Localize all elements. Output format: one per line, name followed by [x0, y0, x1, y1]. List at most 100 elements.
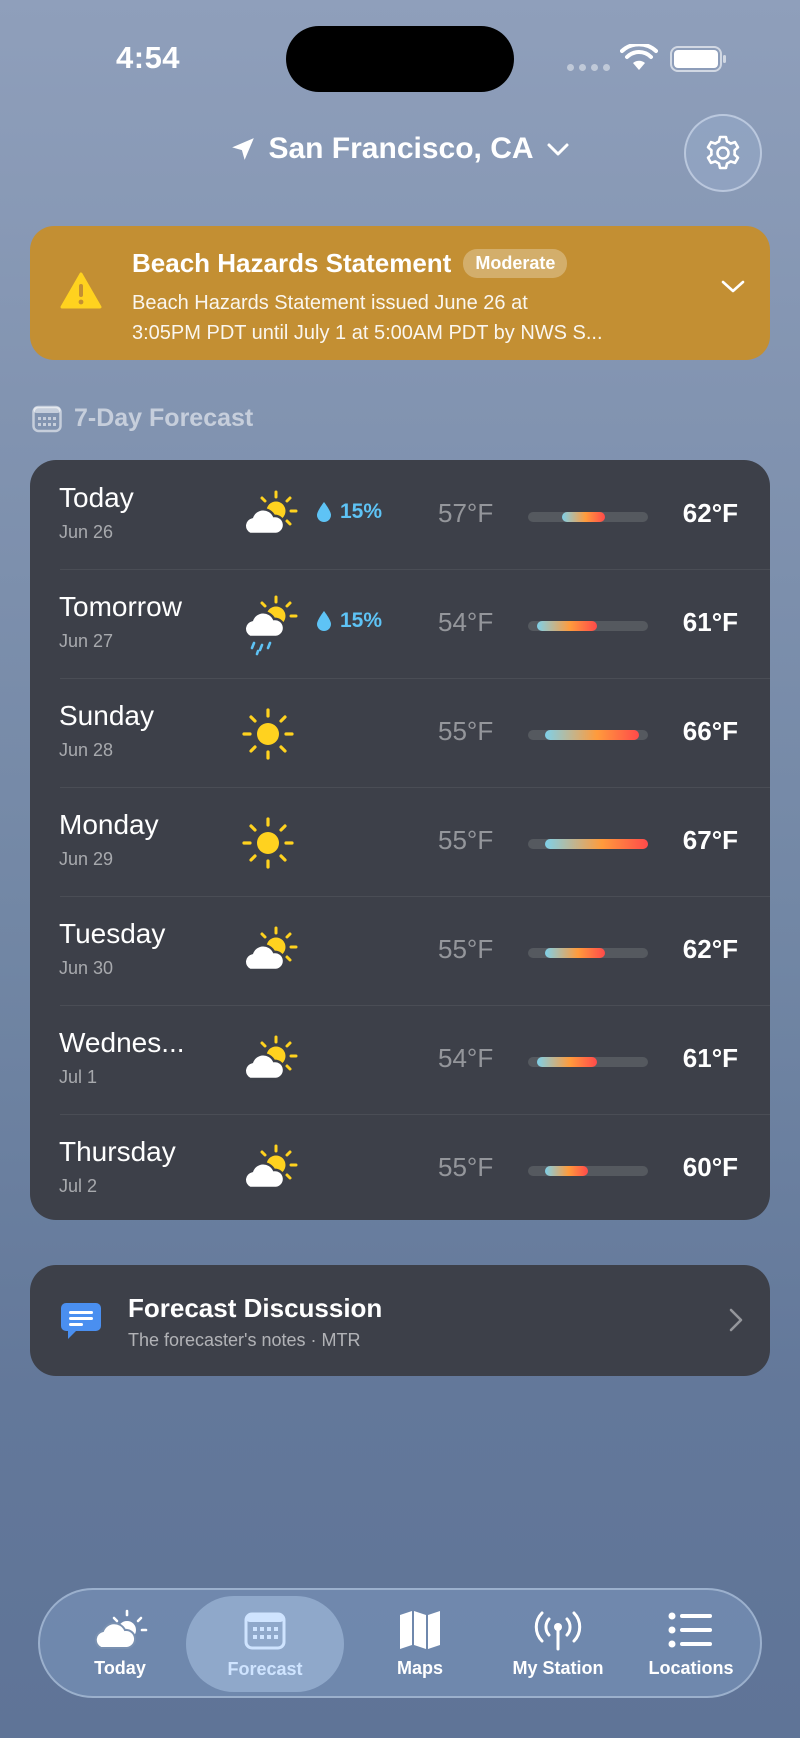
- forecast-list: Today Jun 26 15% 57°F 62°F Tomorrow Jun 27 15% 5…: [30, 460, 770, 1220]
- location-selector[interactable]: San Francisco, CA: [0, 132, 800, 166]
- forecast-discussion-card[interactable]: Forecast Discussion The forecaster's not…: [30, 1265, 770, 1376]
- high-temp: 66°F: [682, 716, 738, 746]
- low-temp: 55°F: [438, 934, 494, 964]
- wifi-icon: [620, 44, 658, 70]
- high-temp: 60°F: [682, 1152, 738, 1182]
- low-temp: 55°F: [438, 1152, 494, 1182]
- sun-rain-icon: [236, 593, 300, 657]
- map-icon: [398, 1608, 442, 1652]
- precip-chance: 15%: [316, 609, 382, 633]
- forecast-day: Tuesday: [59, 918, 166, 949]
- discussion-subtitle: The forecaster's notes · MTR: [128, 1330, 361, 1350]
- forecast-row[interactable]: Monday Jun 29 55°F 67°F: [30, 787, 770, 896]
- forecast-date: Jun 29: [59, 849, 114, 869]
- low-temp: 54°F: [438, 1043, 494, 1073]
- severity-badge: Moderate: [463, 249, 568, 278]
- temp-range-bar: [528, 512, 648, 522]
- tab-forecast[interactable]: Forecast: [186, 1596, 344, 1692]
- list-icon: [668, 1608, 714, 1652]
- settings-button[interactable]: [684, 114, 762, 192]
- chevron-right-icon: [729, 1308, 743, 1332]
- high-temp: 62°F: [682, 934, 738, 964]
- tab-locations[interactable]: Locations: [626, 1590, 756, 1696]
- high-temp: 67°F: [682, 825, 738, 855]
- partly-sunny-icon: [236, 920, 300, 984]
- temp-range-bar: [528, 621, 648, 631]
- discussion-title: Forecast Discussion: [128, 1293, 383, 1323]
- forecast-row[interactable]: Thursday Jul 2 55°F 60°F: [30, 1114, 770, 1220]
- message-icon: [61, 1303, 101, 1339]
- partly-sunny-icon: [236, 1138, 300, 1202]
- temp-range-fill: [562, 512, 606, 522]
- sun-icon: [236, 811, 300, 875]
- sun-icon: [236, 702, 300, 766]
- high-temp: 62°F: [682, 498, 738, 528]
- temp-range-fill: [545, 839, 648, 849]
- calendar-icon: [244, 1609, 286, 1653]
- temp-range-fill: [545, 948, 606, 958]
- forecast-row[interactable]: Sunday Jun 28 55°F 66°F: [30, 678, 770, 787]
- tab-bar: Today Forecast Maps My Station Locations: [38, 1588, 762, 1698]
- high-temp: 61°F: [682, 1043, 738, 1073]
- alert-description: Beach Hazards Statement issued June 26 a…: [132, 288, 672, 348]
- warning-icon: [60, 272, 102, 309]
- low-temp: 55°F: [438, 825, 494, 855]
- partly-sunny-icon: [236, 484, 300, 548]
- location-name: San Francisco, CA: [268, 132, 534, 165]
- battery-icon: [670, 46, 726, 72]
- forecast-day: Today: [59, 482, 134, 513]
- tab-label: Maps: [396, 1657, 443, 1678]
- tab-today[interactable]: Today: [50, 1590, 190, 1696]
- precip-value: 15%: [340, 500, 383, 523]
- chevron-down-icon[interactable]: [720, 278, 746, 296]
- raindrop-icon: [317, 611, 331, 631]
- temp-range-fill: [545, 730, 640, 740]
- forecast-day: Thursday: [59, 1136, 176, 1167]
- tab-label: Forecast: [227, 1658, 303, 1679]
- forecast-row[interactable]: Tuesday Jun 30 55°F 62°F: [30, 896, 770, 1005]
- low-temp: 54°F: [438, 607, 494, 637]
- alert-title: Beach Hazards Statement: [132, 248, 452, 278]
- temp-range-bar: [528, 839, 648, 849]
- temp-range-bar: [528, 730, 648, 740]
- forecast-row[interactable]: Today Jun 26 15% 57°F 62°F: [30, 460, 770, 569]
- forecast-date: Jun 26: [59, 522, 114, 542]
- precip-value: 15%: [340, 609, 383, 632]
- section-title: 7-Day Forecast: [74, 404, 254, 432]
- location-arrow-icon: [230, 136, 256, 162]
- temp-range-fill: [536, 1057, 597, 1067]
- alert-desc-line: Beach Hazards Statement issued June 26 a…: [132, 292, 528, 314]
- forecast-date: Jun 30: [59, 958, 114, 978]
- temp-range-bar: [528, 948, 648, 958]
- forecast-row[interactable]: Tomorrow Jun 27 15% 54°F 61°F: [30, 569, 770, 678]
- forecast-day: Sunday: [59, 700, 154, 731]
- tab-label: Locations: [648, 1657, 734, 1678]
- tab-maps[interactable]: Maps: [350, 1590, 490, 1696]
- precip-chance: 15%: [316, 500, 382, 524]
- forecast-date: Jun 28: [59, 740, 114, 760]
- forecast-date: Jun 27: [59, 631, 114, 651]
- weather-alert-banner[interactable]: Beach Hazards Statement Moderate Beach H…: [30, 226, 770, 360]
- chevron-down-icon: [546, 132, 570, 166]
- forecast-row[interactable]: Wednes... Jul 1 54°F 61°F: [30, 1005, 770, 1114]
- raindrop-icon: [317, 502, 331, 522]
- forecast-day: Monday: [59, 809, 159, 840]
- partly-sunny-icon: [236, 1029, 300, 1093]
- calendar-icon: [32, 405, 62, 432]
- forecast-day: Tomorrow: [59, 591, 182, 622]
- dynamic-island: [286, 26, 514, 92]
- tab-my-station[interactable]: My Station: [486, 1590, 630, 1696]
- status-time: 4:54: [116, 40, 181, 75]
- temp-range-bar: [528, 1057, 648, 1067]
- high-temp: 61°F: [682, 607, 738, 637]
- temp-range-fill: [545, 1166, 588, 1176]
- gear-icon: [706, 135, 740, 170]
- temp-range-bar: [528, 1166, 648, 1176]
- forecast-date: Jul 2: [59, 1176, 98, 1196]
- forecast-day: Wednes...: [59, 1027, 185, 1058]
- section-header: 7-Day Forecast: [32, 404, 253, 433]
- low-temp: 57°F: [438, 498, 494, 528]
- tab-label: My Station: [512, 1657, 604, 1678]
- forecast-date: Jul 1: [59, 1067, 98, 1087]
- temp-range-fill: [536, 621, 597, 631]
